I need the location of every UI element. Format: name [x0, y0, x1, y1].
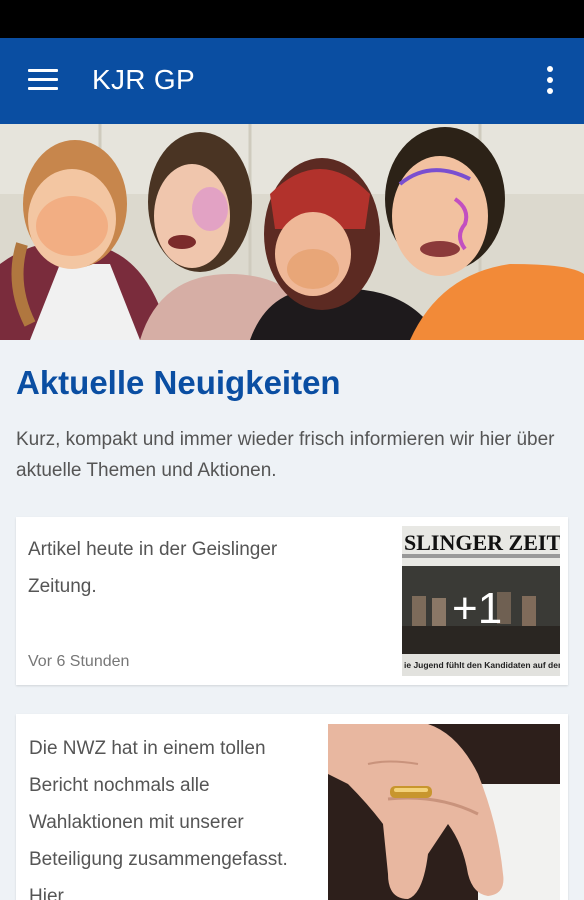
news-card-text: Artikel heute in der Geislinger Zeitung. — [28, 539, 278, 597]
section-title: Aktuelle Neuigkeiten — [16, 364, 341, 401]
hand-with-ring-image[interactable] — [328, 724, 560, 900]
newspaper-masthead: SLINGER ZEIT — [404, 530, 560, 555]
more-images-count: +1 — [452, 584, 503, 633]
more-vert-icon[interactable] — [540, 66, 560, 94]
app-bar: KJR GP — [0, 38, 584, 124]
news-card-timestamp: Vor 6 Stunden — [28, 653, 130, 670]
news-card[interactable]: Die NWZ hat in einem tollen Bericht noch… — [16, 714, 568, 900]
status-bar — [0, 0, 584, 38]
section-description: Kurz, kompakt und immer wieder frisch in… — [16, 429, 555, 481]
app-title: KJR GP — [92, 64, 195, 95]
newspaper-caption: ie Jugend fühlt den Kandidaten auf den Z — [404, 660, 560, 670]
menu-icon[interactable] — [28, 69, 58, 91]
news-card[interactable]: Artikel heute in der Geislinger Zeitung.… — [16, 517, 568, 685]
news-card-text: Die NWZ hat in einem tollen Bericht noch… — [29, 738, 288, 900]
newspaper-clipping-image[interactable]: SLINGER ZEIT ie Jugend fühlt den Kandida… — [402, 526, 560, 676]
hero-image — [0, 124, 584, 340]
